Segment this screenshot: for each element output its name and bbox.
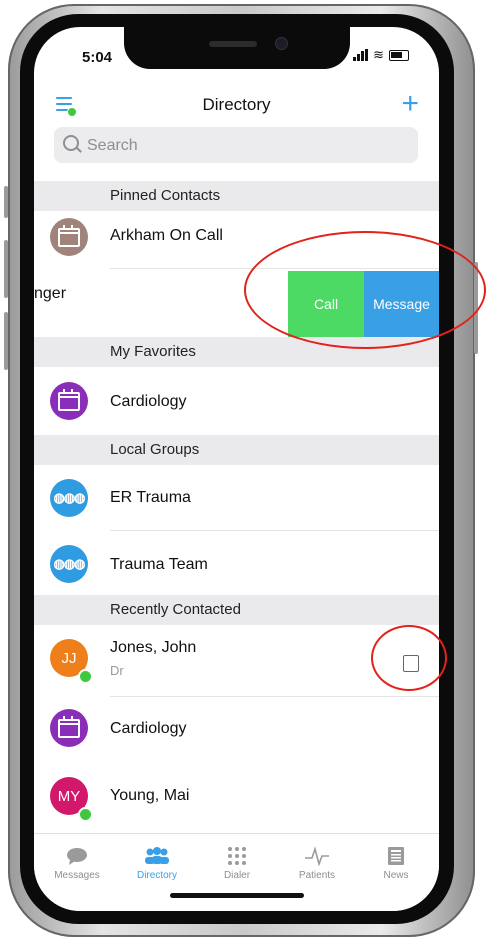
list-item[interactable]: ◍◍◍ Trauma Team <box>34 531 439 595</box>
speaker <box>209 41 257 47</box>
group-icon: ◍◍◍ <box>53 556 85 571</box>
home-indicator[interactable] <box>170 893 304 898</box>
group-name: Trauma Team <box>110 556 208 573</box>
tab-label: News <box>383 870 409 881</box>
list-item[interactable]: Cardiology <box>34 367 439 435</box>
page-title: Directory <box>202 95 271 114</box>
list-item[interactable]: MY Young, Mai <box>34 761 439 833</box>
section-title: My Favorites <box>110 343 196 360</box>
battery-icon <box>389 49 409 61</box>
online-status-dot <box>78 807 93 822</box>
volume-down-button <box>4 312 8 370</box>
tab-label: Directory <box>136 870 177 881</box>
contact-name: Cardiology <box>110 393 187 410</box>
avatar-initials: MY <box>57 787 81 805</box>
tab-bar: Messages Directory Dialer Patients News <box>34 833 439 911</box>
group-icon: ◍◍◍ <box>53 490 85 505</box>
phone-screen: 5:04 ≋ Directory + Search Pinned Contact… <box>34 27 439 911</box>
avatar-initials: JJ <box>61 649 77 667</box>
group-name: ER Trauma <box>110 489 191 506</box>
volume-up-button <box>4 240 8 298</box>
tab-label: Messages <box>54 870 100 881</box>
contact-name: Young, Mai <box>110 787 190 804</box>
status-icons: ≋ <box>353 47 409 63</box>
avatar: ◍◍◍ <box>50 545 88 583</box>
section-header-pinned: Pinned Contacts <box>34 181 439 211</box>
section-header-local-groups: Local Groups <box>34 435 439 465</box>
tab-label: Dialer <box>223 870 251 881</box>
contact-name: nger <box>34 285 67 302</box>
avatar: ◍◍◍ <box>50 479 88 517</box>
tab-news[interactable]: News <box>361 846 431 881</box>
tab-label: Patients <box>298 870 336 881</box>
avatar <box>50 218 88 256</box>
calendar-icon <box>58 224 80 247</box>
keypad-icon <box>202 846 272 866</box>
tab-directory[interactable]: Directory <box>122 846 192 881</box>
add-icon[interactable]: + <box>401 89 419 119</box>
wifi-icon: ≋ <box>373 47 384 62</box>
pulse-icon <box>282 846 352 866</box>
contact-name: Arkham On Call <box>110 227 223 244</box>
contact-title: Dr <box>110 663 124 678</box>
section-header-recent: Recently Contacted <box>34 595 439 625</box>
tab-messages[interactable]: Messages <box>42 846 112 881</box>
tab-dialer[interactable]: Dialer <box>202 846 272 881</box>
search-input[interactable]: Search <box>54 127 418 163</box>
calendar-icon <box>58 715 80 738</box>
newspaper-icon <box>361 846 431 866</box>
signal-icon <box>353 49 369 61</box>
online-status-dot <box>78 669 93 684</box>
tab-patients[interactable]: Patients <box>282 846 352 881</box>
people-icon <box>122 846 192 866</box>
status-time: 5:04 <box>82 49 113 66</box>
search-icon <box>63 135 79 151</box>
avatar <box>50 709 88 747</box>
calendar-icon <box>58 388 80 411</box>
section-title: Pinned Contacts <box>110 187 221 204</box>
list-item[interactable]: Cardiology <box>34 697 439 761</box>
nav-bar: Directory + <box>34 87 439 127</box>
section-title: Recently Contacted <box>110 601 241 618</box>
camera <box>276 38 287 49</box>
notch <box>124 27 350 69</box>
contact-name: Cardiology <box>110 720 187 737</box>
side-button <box>4 186 8 218</box>
contact-name: Jones, John <box>110 639 197 656</box>
chat-bubble-icon <box>42 846 112 866</box>
avatar <box>50 382 88 420</box>
search-placeholder: Search <box>87 137 138 154</box>
section-title: Local Groups <box>110 441 200 458</box>
list-item[interactable]: ◍◍◍ ER Trauma <box>34 465 439 531</box>
highlight-circle-note-icon <box>371 625 447 691</box>
highlight-circle-swipe-actions <box>244 231 486 349</box>
